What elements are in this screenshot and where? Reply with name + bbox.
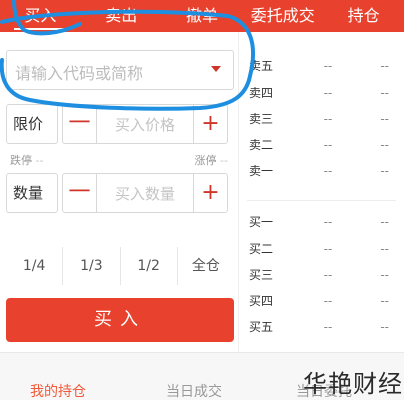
bid-label: 买二 bbox=[249, 242, 274, 256]
trade-screen: 买入 卖出 撤单 委托成交 持仓 请输入代码或简称 限价 一 买入价格 + 跌停… bbox=[0, 0, 404, 400]
bid-price: -- bbox=[323, 320, 333, 334]
tab-positions[interactable]: 持仓 bbox=[323, 0, 404, 32]
bid-price: -- bbox=[323, 268, 333, 282]
book-divider bbox=[247, 200, 396, 201]
bid-row: 买五 -- -- bbox=[249, 315, 395, 339]
position-fraction-bar: 1/4 1/3 1/2 全仓 bbox=[6, 247, 234, 285]
price-type-select[interactable]: 限价 bbox=[6, 104, 58, 144]
quantity-input[interactable]: 买入数量 bbox=[97, 183, 193, 204]
bid-label: 买一 bbox=[249, 215, 274, 229]
order-book: 卖五 -- -- 卖四 -- -- 卖三 -- -- 卖二 -- -- 卖一 -… bbox=[238, 32, 404, 352]
ask-price: -- bbox=[323, 86, 333, 100]
ask-price: -- bbox=[323, 112, 333, 126]
ask-label: 卖四 bbox=[249, 86, 274, 100]
price-plus-button[interactable]: + bbox=[193, 105, 227, 143]
ask-row: 卖三 -- -- bbox=[249, 107, 395, 131]
dropdown-caret-icon[interactable] bbox=[211, 66, 221, 72]
bid-row: 买一 -- -- bbox=[249, 210, 395, 234]
bid-qty: -- bbox=[380, 294, 389, 308]
ask-qty: -- bbox=[380, 138, 389, 152]
ask-price: -- bbox=[323, 138, 333, 152]
tab-today-fills[interactable]: 当日成交 bbox=[166, 381, 222, 400]
watermark: 华艳财经 bbox=[303, 370, 403, 398]
bid-row: 买二 -- -- bbox=[249, 237, 395, 261]
ask-price: -- bbox=[323, 59, 333, 73]
ask-qty: -- bbox=[380, 164, 389, 178]
quantity-plus-button[interactable]: + bbox=[193, 174, 227, 212]
ask-label: 卖一 bbox=[249, 164, 274, 178]
limit-up-value: -- bbox=[220, 154, 228, 167]
bid-row: 买三 -- -- bbox=[249, 263, 395, 287]
price-stepper: 一 买入价格 + bbox=[62, 104, 228, 144]
limit-up-label: 涨停 bbox=[194, 154, 217, 167]
quantity-stepper: 一 买入数量 + bbox=[62, 173, 228, 213]
ask-row: 卖一 -- -- bbox=[249, 159, 395, 183]
ask-label: 卖三 bbox=[249, 112, 274, 126]
bid-qty: -- bbox=[380, 215, 389, 229]
ask-qty: -- bbox=[380, 59, 389, 73]
ask-qty: -- bbox=[380, 112, 389, 126]
bid-price: -- bbox=[323, 215, 333, 229]
bid-row: 买四 -- -- bbox=[249, 289, 395, 313]
quantity-minus-button[interactable]: 一 bbox=[63, 174, 97, 212]
fraction-quarter-button[interactable]: 1/4 bbox=[6, 247, 64, 285]
ask-price: -- bbox=[323, 164, 333, 178]
bid-qty: -- bbox=[380, 320, 389, 334]
price-row: 限价 一 买入价格 + bbox=[6, 104, 228, 144]
ask-row: 卖五 -- -- bbox=[249, 54, 395, 78]
tab-cancel-order[interactable]: 撤单 bbox=[162, 0, 243, 32]
limit-down: 跌停 -- bbox=[10, 152, 43, 168]
ask-label: 卖五 bbox=[249, 59, 274, 73]
top-tab-bar: 买入 卖出 撤单 委托成交 持仓 bbox=[0, 0, 404, 32]
bid-label: 买三 bbox=[249, 268, 274, 282]
limit-prices: 跌停 -- 涨停 -- bbox=[10, 152, 228, 168]
bid-qty: -- bbox=[380, 268, 389, 282]
price-input[interactable]: 买入价格 bbox=[97, 114, 193, 135]
limit-down-value: -- bbox=[35, 154, 44, 167]
ask-row: 卖二 -- -- bbox=[249, 133, 395, 157]
limit-up: 涨停 -- bbox=[195, 152, 228, 168]
order-form: 请输入代码或简称 限价 一 买入价格 + 跌停 -- 涨停 -- 数量 一 买入… bbox=[0, 32, 238, 352]
quantity-row: 数量 一 买入数量 + bbox=[6, 173, 228, 213]
bid-qty: -- bbox=[380, 242, 389, 256]
bid-price: -- bbox=[323, 294, 333, 308]
tab-orders-fills[interactable]: 委托成交 bbox=[242, 0, 323, 32]
price-minus-button[interactable]: 一 bbox=[63, 105, 97, 143]
ask-label: 卖二 bbox=[249, 138, 274, 152]
limit-down-label: 跌停 bbox=[10, 154, 32, 167]
ask-row: 卖四 -- -- bbox=[249, 81, 395, 105]
ask-qty: -- bbox=[380, 86, 389, 100]
buy-button[interactable]: 买入 bbox=[6, 298, 234, 342]
bid-label: 买四 bbox=[249, 294, 274, 308]
stock-code-input[interactable]: 请输入代码或简称 bbox=[6, 50, 234, 90]
tab-my-positions[interactable]: 我的持仓 bbox=[30, 381, 86, 400]
quantity-type-select[interactable]: 数量 bbox=[6, 173, 58, 213]
stock-code-placeholder: 请输入代码或简称 bbox=[15, 64, 144, 83]
fraction-full-button[interactable]: 全仓 bbox=[178, 247, 234, 285]
fraction-half-button[interactable]: 1/2 bbox=[121, 247, 178, 285]
bid-label: 买五 bbox=[249, 320, 274, 334]
tab-buy[interactable]: 买入 bbox=[0, 0, 81, 32]
fraction-third-button[interactable]: 1/3 bbox=[63, 247, 121, 285]
bid-price: -- bbox=[323, 242, 333, 256]
tab-sell[interactable]: 卖出 bbox=[81, 0, 162, 32]
